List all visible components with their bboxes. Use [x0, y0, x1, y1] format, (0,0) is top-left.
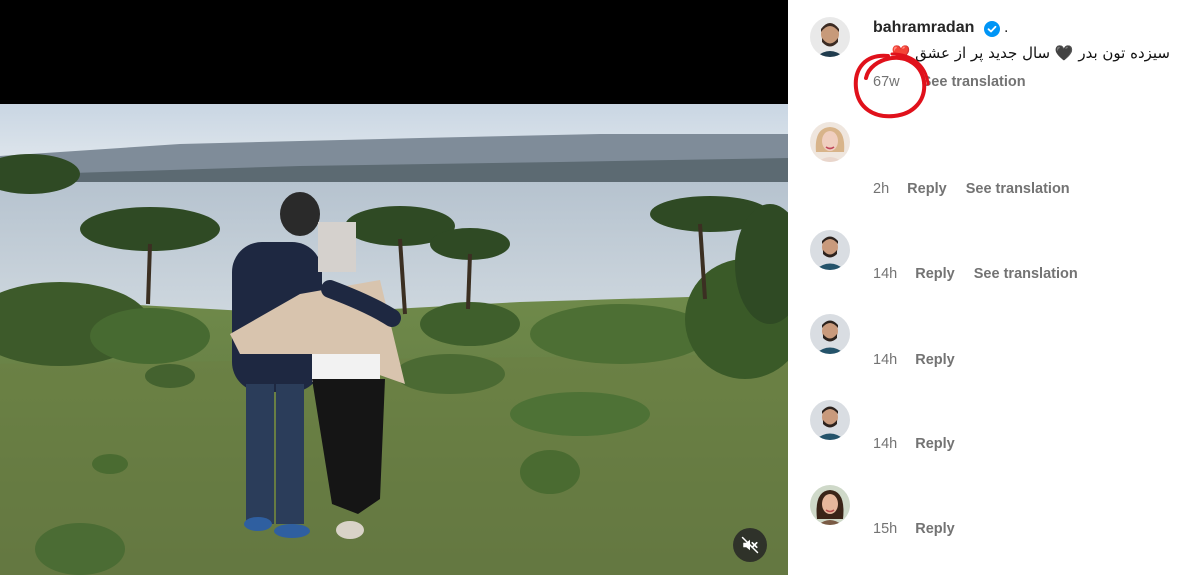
reply-button[interactable]: Reply	[915, 436, 955, 452]
comment-meta: 14h Reply	[873, 352, 955, 368]
post-time[interactable]: 67w	[873, 74, 900, 90]
comment-avatar[interactable]	[810, 400, 850, 440]
speaker-muted-icon	[741, 536, 759, 554]
author-suffix: .	[1004, 19, 1009, 36]
comment-avatar[interactable]	[810, 485, 850, 525]
comments-pane: bahramradan . سیزده تون بدر 🖤 سال جدید پ…	[788, 0, 1200, 575]
reply-button[interactable]: Reply	[907, 181, 947, 197]
comment-avatar[interactable]	[810, 314, 850, 354]
comment-meta: 14h Reply See translation	[873, 266, 1078, 282]
comment-avatar[interactable]	[810, 230, 850, 270]
post-media-pane	[0, 0, 788, 575]
reply-button[interactable]: Reply	[915, 266, 955, 282]
comment-meta: 15h Reply	[873, 521, 955, 537]
see-translation-button[interactable]: See translation	[966, 181, 1070, 197]
comment-time: 2h	[873, 181, 890, 197]
verified-badge-icon	[984, 21, 1000, 37]
mute-toggle-button[interactable]	[733, 528, 767, 562]
post-photo[interactable]	[0, 104, 788, 575]
post-see-translation-button[interactable]: See translation	[922, 74, 1026, 90]
author-username[interactable]: bahramradan	[873, 19, 974, 37]
comment-time: 15h	[873, 521, 898, 537]
author-avatar[interactable]	[810, 17, 850, 57]
reply-button[interactable]: Reply	[915, 352, 955, 368]
instagram-post-view: bahramradan . سیزده تون بدر 🖤 سال جدید پ…	[0, 0, 1200, 575]
comment-time: 14h	[873, 436, 898, 452]
comment-meta: 2h Reply See translation	[873, 181, 1070, 197]
comment-meta: 14h Reply	[873, 436, 955, 452]
reply-button[interactable]: Reply	[915, 521, 955, 537]
comment-time: 14h	[873, 266, 898, 282]
comment-avatar[interactable]	[810, 122, 850, 162]
post-caption: سیزده تون بدر 🖤 سال جدید پر از عشق ❤️	[891, 44, 1170, 62]
comment-time: 14h	[873, 352, 898, 368]
post-meta: 67w See translation	[873, 74, 1026, 90]
see-translation-button[interactable]: See translation	[974, 266, 1078, 282]
